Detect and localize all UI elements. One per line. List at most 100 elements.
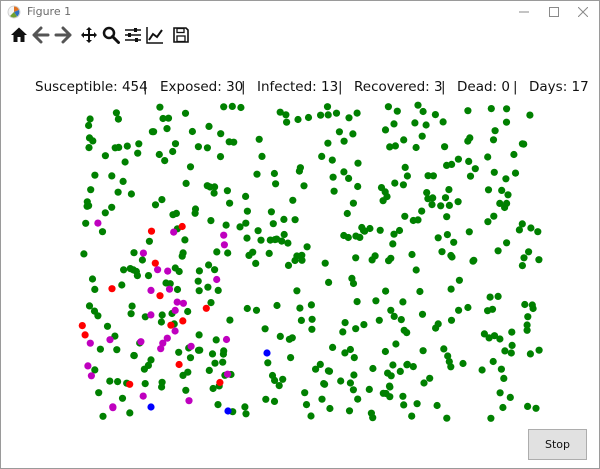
susceptible-agent-point: [464, 303, 472, 312]
susceptible-agent-point: [429, 172, 437, 180]
susceptible-agent-point: [471, 165, 479, 173]
susceptible-agent-point: [282, 111, 290, 119]
susceptible-agent-point: [182, 386, 190, 394]
susceptible-agent-point: [465, 228, 473, 236]
population-scatter-plot: [78, 101, 543, 422]
susceptible-agent-point: [440, 345, 448, 353]
susceptible-agent-point: [352, 325, 360, 333]
susceptible-agent-point: [270, 397, 279, 405]
susceptible-agent-point: [94, 312, 102, 320]
susceptible-agent-point: [484, 218, 492, 226]
susceptible-agent-point: [520, 254, 528, 262]
susceptible-agent-point: [409, 216, 417, 225]
susceptible-agent-point: [118, 281, 126, 289]
susceptible-agent-point: [527, 224, 535, 232]
susceptible-agent-point: [112, 109, 120, 117]
susceptible-agent-point: [426, 374, 434, 382]
susceptible-agent-point: [276, 332, 284, 340]
susceptible-agent-point: [414, 101, 422, 109]
susceptible-agent-point: [441, 194, 450, 202]
susceptible-agent-point: [499, 403, 507, 412]
susceptible-agent-point: [399, 392, 407, 400]
susceptible-agent-point: [85, 302, 94, 310]
susceptible-agent-point: [412, 266, 420, 274]
susceptible-agent-point: [119, 177, 127, 185]
susceptible-agent-point: [301, 389, 309, 397]
susceptible-agent-point: [270, 169, 278, 178]
susceptible-agent-point: [420, 379, 428, 387]
susceptible-agent-point: [205, 122, 213, 130]
susceptible-agent-point: [382, 389, 390, 398]
susceptible-agent-point: [418, 207, 426, 215]
susceptible-agent-point: [272, 180, 280, 188]
susceptible-agent-point: [464, 107, 472, 115]
susceptible-agent-point: [219, 350, 227, 358]
susceptible-agent-point: [454, 155, 462, 163]
susceptible-agent-point: [408, 412, 416, 420]
susceptible-agent-point: [151, 201, 160, 209]
susceptible-agent-point: [387, 306, 395, 314]
susceptible-agent-point: [128, 302, 136, 310]
susceptible-agent-point: [258, 152, 266, 160]
susceptible-agent-point: [384, 103, 392, 111]
susceptible-agent-point: [484, 153, 492, 161]
susceptible-agent-point: [326, 404, 334, 413]
susceptible-agent-point: [389, 240, 397, 248]
infected-agent-point: [126, 380, 134, 388]
susceptible-agent-point: [252, 306, 261, 314]
exposed-agent-point: [173, 298, 181, 306]
susceptible-agent-point: [318, 395, 326, 403]
susceptible-agent-point: [196, 346, 204, 354]
susceptible-agent-point: [284, 261, 293, 269]
susceptible-agent-point: [302, 401, 311, 409]
susceptible-agent-point: [147, 356, 155, 364]
susceptible-agent-point: [340, 168, 348, 176]
susceptible-agent-point: [182, 179, 190, 187]
susceptible-agent-point: [257, 236, 265, 244]
susceptible-agent-point: [205, 261, 213, 269]
susceptible-agent-point: [443, 414, 451, 422]
susceptible-agent-point: [478, 366, 486, 374]
susceptible-agent-point: [216, 153, 225, 161]
exposed-agent-point: [84, 362, 92, 370]
susceptible-agent-point: [412, 143, 420, 152]
susceptible-agent-point: [391, 179, 399, 187]
susceptible-agent-point: [87, 186, 95, 194]
susceptible-agent-point: [448, 160, 456, 168]
susceptible-agent-point: [275, 382, 283, 390]
susceptible-agent-point: [204, 283, 212, 291]
susceptible-agent-point: [208, 350, 217, 358]
susceptible-agent-point: [249, 248, 257, 256]
susceptible-agent-point: [237, 103, 245, 112]
susceptible-agent-point: [191, 209, 199, 217]
stop-button[interactable]: Stop: [528, 429, 587, 460]
susceptible-agent-point: [224, 249, 232, 257]
susceptible-agent-point: [195, 287, 203, 295]
infected-agent-point: [216, 378, 224, 387]
susceptible-agent-point: [217, 130, 225, 138]
susceptible-agent-point: [243, 304, 251, 313]
susceptible-agent-point: [401, 212, 409, 220]
susceptible-agent-point: [161, 157, 169, 165]
susceptible-agent-point: [393, 107, 401, 115]
susceptible-agent-point: [321, 380, 329, 388]
susceptible-agent-point: [376, 226, 384, 234]
susceptible-agent-point: [346, 345, 354, 354]
susceptible-agent-point: [265, 249, 273, 257]
susceptible-agent-point: [400, 136, 408, 144]
exposed-agent-point: [222, 335, 231, 344]
susceptible-agent-point: [386, 143, 394, 151]
susceptible-agent-point: [86, 115, 94, 123]
susceptible-agent-point: [205, 366, 213, 374]
susceptible-agent-point: [219, 358, 227, 366]
susceptible-agent-point: [254, 227, 262, 235]
susceptible-agent-point: [399, 181, 407, 189]
exposed-agent-point: [157, 345, 165, 353]
exposed-agent-point: [165, 285, 174, 293]
susceptible-agent-point: [159, 114, 167, 123]
susceptible-agent-point: [307, 301, 315, 309]
susceptible-agent-point: [220, 103, 228, 111]
susceptible-agent-point: [365, 385, 373, 393]
susceptible-agent-point: [486, 293, 494, 301]
susceptible-agent-point: [443, 231, 451, 239]
